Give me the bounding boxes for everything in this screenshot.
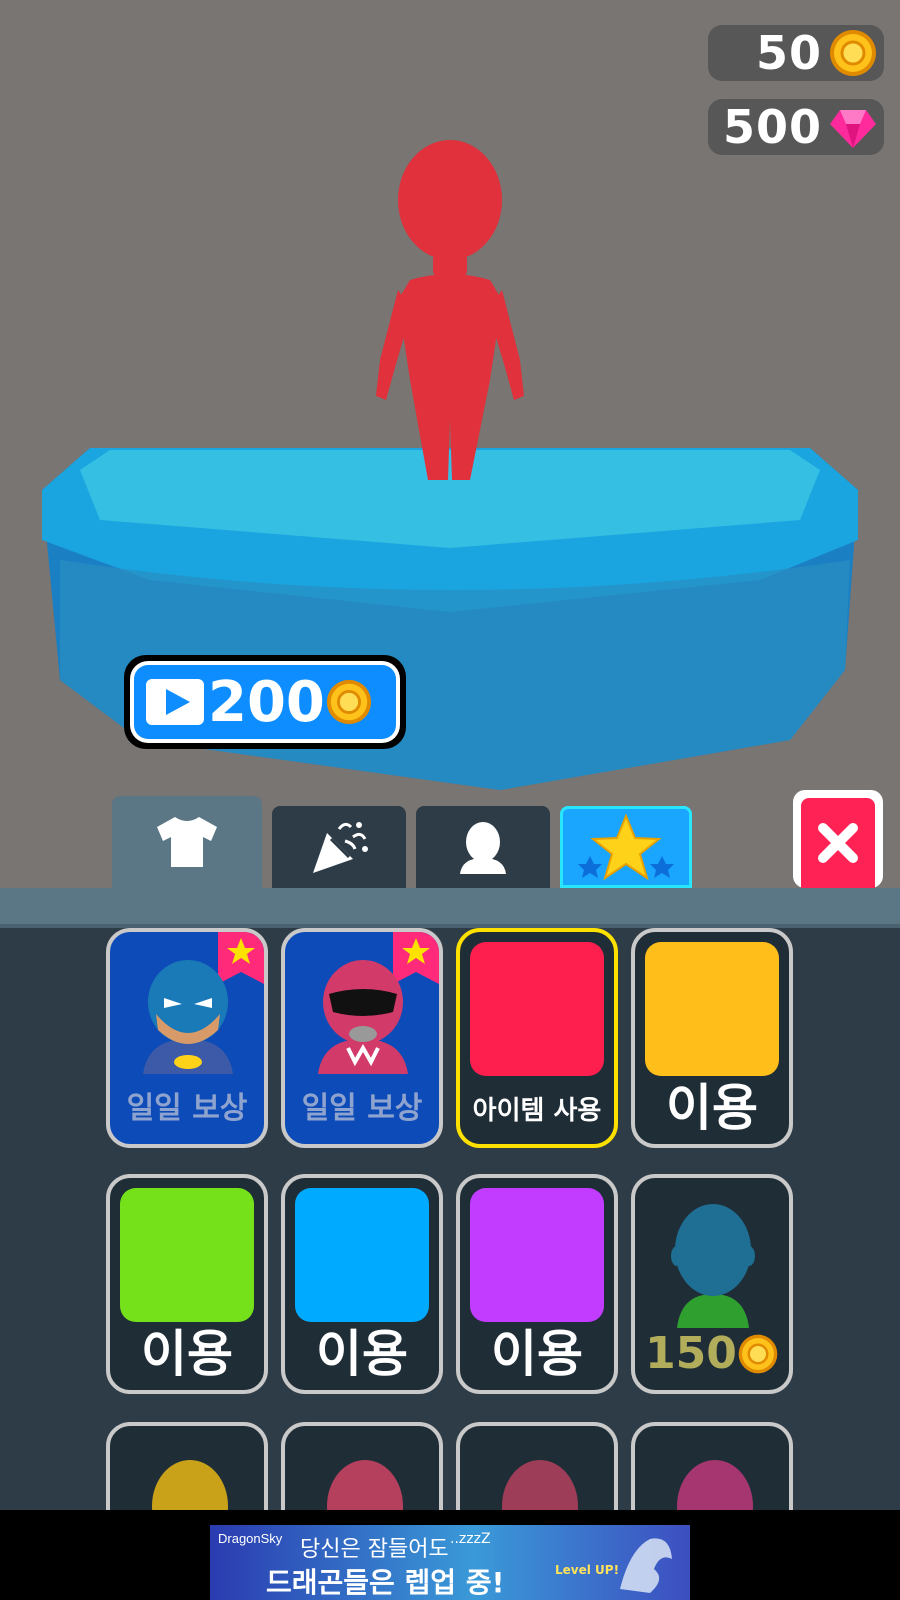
item-label: 이용	[316, 1325, 408, 1383]
item-label: 이용	[666, 1079, 758, 1137]
tab-special[interactable]	[560, 806, 692, 888]
tab-bar-divider	[0, 888, 900, 928]
star-icon	[578, 813, 674, 881]
item-card-blue[interactable]: 이용	[281, 1174, 443, 1394]
coin-counter: 50	[708, 25, 884, 81]
batman-avatar	[143, 960, 233, 1074]
avatar-preview	[671, 1204, 755, 1328]
item-card-red[interactable]: 아이템 사용	[456, 928, 618, 1148]
tab-character[interactable]	[416, 806, 550, 888]
item-card-yellow[interactable]: 이용	[631, 928, 793, 1148]
coin-icon	[738, 1334, 778, 1374]
character-model	[376, 140, 524, 480]
item-price: 150	[635, 1324, 789, 1384]
ad-headline-2: 드래곤들은 렙업 중!	[266, 1566, 505, 1599]
ad-banner[interactable]: DragonSky 당신은 잠들어도 ..zzzZ 드래곤들은 렙업 중! Le…	[210, 1525, 690, 1600]
watch-ad-reward-button[interactable]: 200	[124, 655, 406, 749]
tshirt-icon	[157, 817, 217, 867]
avatar-preview	[502, 1460, 578, 1510]
close-icon	[818, 823, 858, 863]
ad-headline-1: 당신은 잠들어도	[300, 1537, 449, 1562]
gem-counter: 500	[708, 99, 884, 155]
ad-zzz: ..zzzZ	[450, 1531, 491, 1547]
item-card-avatar-locked[interactable]: 150	[631, 1174, 793, 1394]
close-button[interactable]	[793, 790, 883, 888]
item-label: 일일 보상	[126, 1091, 248, 1126]
color-swatch	[645, 942, 779, 1076]
avatar-preview	[152, 1460, 228, 1510]
coin-icon	[326, 679, 371, 725]
item-label: 일일 보상	[301, 1091, 423, 1126]
color-swatch	[470, 942, 604, 1076]
head-icon	[460, 822, 506, 874]
item-card-ranger[interactable]: 일일 보상	[281, 928, 443, 1148]
color-swatch	[120, 1188, 254, 1322]
item-card-avatar-rose[interactable]	[456, 1422, 618, 1510]
avatar-preview	[327, 1460, 403, 1510]
item-label: 이용	[141, 1325, 233, 1383]
item-card-avatar-magenta[interactable]	[631, 1422, 793, 1510]
color-swatch	[295, 1188, 429, 1322]
item-grid: 일일 보상 일일 보상 아이템 사용 이용 이용 이용 이용 150	[0, 928, 900, 1510]
play-icon	[146, 679, 204, 725]
coin-icon	[830, 30, 876, 76]
ranger-avatar	[318, 960, 408, 1074]
item-label: 이용	[491, 1325, 583, 1383]
item-label: 아이템 사용	[472, 1096, 602, 1126]
dragon-illustration	[620, 1538, 672, 1593]
avatar-preview	[677, 1460, 753, 1510]
item-card-avatar-yellow[interactable]	[106, 1422, 268, 1510]
item-card-avatar-pink[interactable]	[281, 1422, 443, 1510]
item-card-purple[interactable]: 이용	[456, 1174, 618, 1394]
tab-celebration[interactable]	[272, 806, 406, 888]
ad-reward-amount: 200	[208, 669, 325, 735]
tab-outfit[interactable]	[112, 796, 262, 888]
item-card-green[interactable]: 이용	[106, 1174, 268, 1394]
ad-brand: DragonSky	[218, 1531, 283, 1546]
item-card-batman[interactable]: 일일 보상	[106, 928, 268, 1148]
gem-icon	[830, 110, 876, 148]
color-swatch	[470, 1188, 604, 1322]
party-popper-icon	[313, 822, 368, 873]
